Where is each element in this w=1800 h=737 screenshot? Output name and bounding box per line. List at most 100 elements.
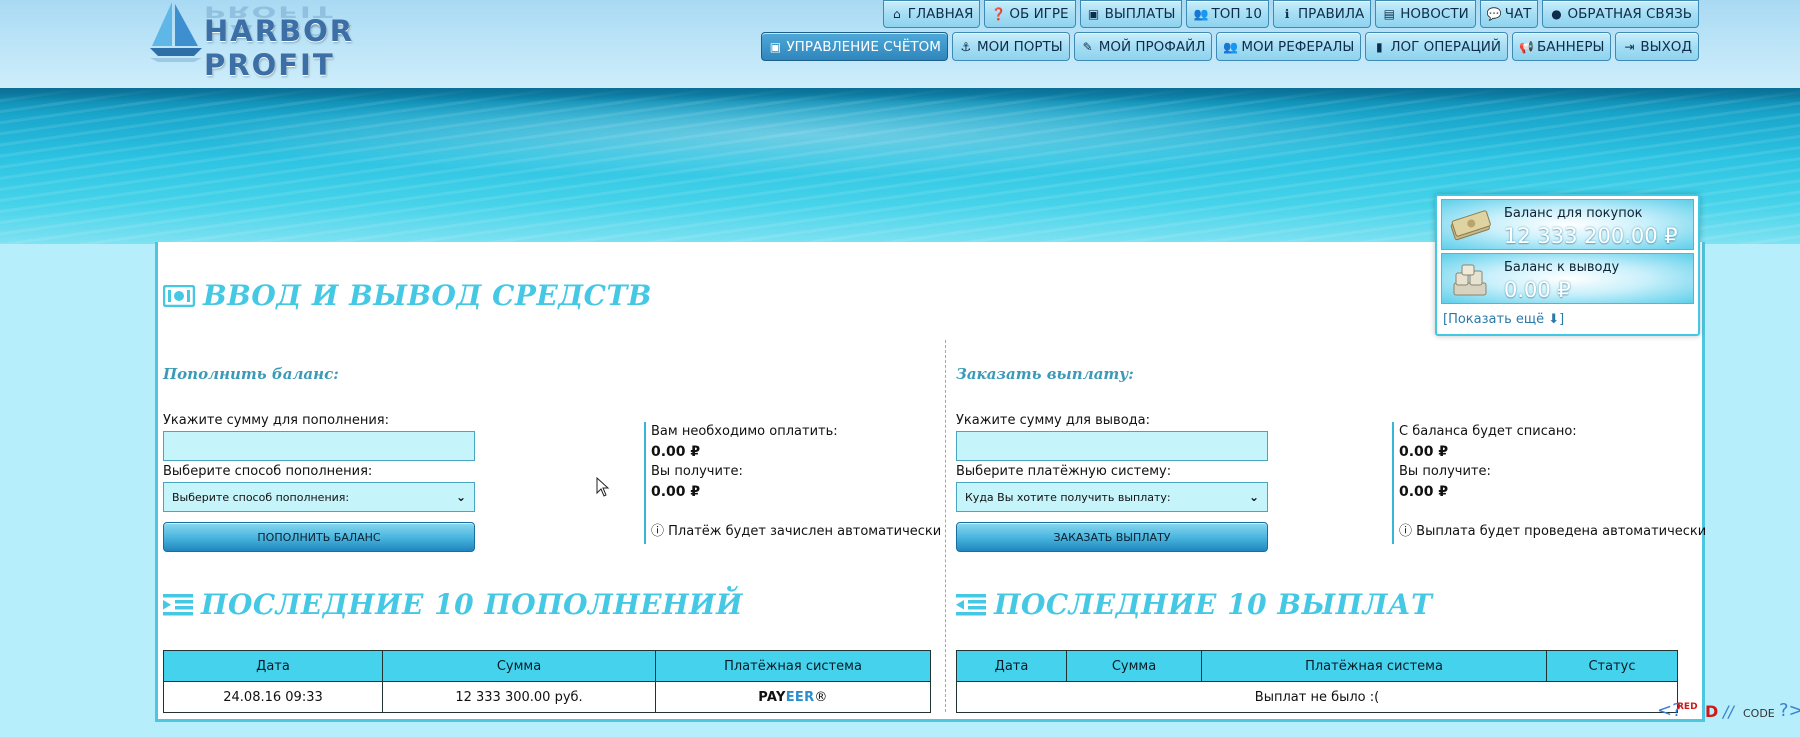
indent-icon xyxy=(163,593,193,615)
nav-chat[interactable]: 💬 ЧАТ xyxy=(1479,0,1539,28)
withdraw-receive-value: 0.00 ₽ xyxy=(1399,484,1449,500)
money-bill-icon xyxy=(163,284,195,307)
balance-purchase-value: 12 333 200.00 ₽ xyxy=(1504,224,1678,248)
balance-withdraw: Баланс к выводу 0.00 ₽ xyxy=(1441,253,1694,304)
deposit-submit-button[interactable]: ПОПОЛНИТЬ БАЛАНС xyxy=(163,522,475,552)
question-icon: ❓ xyxy=(991,7,1007,21)
withdraw-debit-value: 0.00 ₽ xyxy=(1399,444,1449,460)
deposit-date: 24.08.16 09:33 xyxy=(163,681,383,713)
chevron-down-icon: ⌄ xyxy=(455,490,466,504)
deposits-table: Дата Сумма Платёжная система 24.08.16 09… xyxy=(163,650,931,713)
sign-out-icon: ⇥ xyxy=(1624,39,1635,54)
show-more-link[interactable]: [Показать ещё ⬇] xyxy=(1443,312,1564,327)
site-logo[interactable]: HARBOR PROFIT HARBOR PROFIT xyxy=(146,0,436,82)
deposit-method-label: Выберите способ пополнения: xyxy=(163,464,373,479)
table-row: 24.08.16 09:33 12 333 300.00 руб. PAYEER… xyxy=(163,681,931,713)
svg-text:D: D xyxy=(1705,702,1718,721)
page-title: ВВОД И ВЫВОД СРЕДСТВ xyxy=(163,279,652,312)
file-icon: ▤ xyxy=(1383,7,1395,21)
money-icon: ▣ xyxy=(1087,7,1100,21)
nav-label: УПРАВЛЕНИЕ СЧЁТОМ xyxy=(786,38,941,55)
balance-purchase: Баланс для покупок 12 333 200.00 ₽ xyxy=(1441,199,1694,250)
nav-label: МОИ РЕФЕРАЛЫ xyxy=(1241,38,1355,55)
withdraw-system-select[interactable]: Куда Вы хотите получить выплату: ⌄ xyxy=(956,482,1268,512)
svg-text://: // xyxy=(1721,702,1735,721)
main-nav-top: ⌂ ГЛАВНАЯ ❓ ОБ ИГРЕ ▣ ВЫПЛАТЫ 👥 ТОП 10 ℹ… xyxy=(882,0,1699,28)
deposit-method-select[interactable]: Выберите способ пополнения: ⌄ xyxy=(163,482,475,512)
svg-text:?>: ?> xyxy=(1779,700,1800,721)
nav-label: ОБ ИГРЕ xyxy=(1009,6,1069,22)
withdraw-note: ⓘ Выплата будет проведена автоматически xyxy=(1399,522,1706,542)
info-circle-icon: ⓘ xyxy=(651,524,665,539)
last-withdrawals-title: ПОСЛЕДНИЕ 10 ВЫПЛАТ xyxy=(956,588,1433,621)
home-icon: ⌂ xyxy=(892,7,901,21)
anchor-icon: ⚓ xyxy=(960,39,972,54)
withdraw-summary: С баланса будет списано: 0.00 ₽ Вы получ… xyxy=(1392,422,1706,544)
balance-withdraw-label: Баланс к выводу xyxy=(1504,260,1620,275)
deposit-amount-label: Укажите сумму для пополнения: xyxy=(163,413,389,428)
nav-feedback[interactable]: ● ОБРАТНАЯ СВЯЗЬ xyxy=(1542,0,1699,28)
column-header: Сумма xyxy=(382,650,656,682)
nav-payouts[interactable]: ▣ ВЫПЛАТЫ xyxy=(1079,0,1183,28)
watermark-right: CODE xyxy=(1743,707,1775,720)
withdraw-amount-label: Укажите сумму для вывода: xyxy=(956,413,1151,428)
nav-logout[interactable]: ⇥ ВЫХОД xyxy=(1615,32,1699,61)
book-icon: ▮ xyxy=(1376,39,1383,54)
withdraw-submit-button[interactable]: ЗАКАЗАТЬ ВЫПЛАТУ xyxy=(956,522,1268,552)
nav-about[interactable]: ❓ ОБ ИГРЕ xyxy=(984,0,1076,28)
info-circle-icon: ⓘ xyxy=(1399,524,1413,539)
chevron-down-icon: ⌄ xyxy=(1248,490,1259,504)
column-header: Платёжная система xyxy=(1201,650,1547,682)
money-rolls-icon xyxy=(1453,264,1487,296)
nav-label: МОЙ ПРОФАЙЛ xyxy=(1098,38,1206,55)
nav-top10[interactable]: 👥 ТОП 10 xyxy=(1186,0,1269,28)
deposit-pay-value: 0.00 ₽ xyxy=(651,444,701,460)
column-header: Платёжная система xyxy=(655,650,931,682)
withdraw-receive-label: Вы получите: xyxy=(1399,464,1491,479)
nav-label: ОБРАТНАЯ СВЯЗЬ xyxy=(1567,6,1692,22)
column-header: Статус xyxy=(1546,650,1678,682)
chat-icon: 💬 xyxy=(1486,7,1502,21)
deposit-summary: Вам необходимо оплатить: 0.00 ₽ Вы получ… xyxy=(644,422,941,544)
nav-account-management[interactable]: ▣ УПРАВЛЕНИЕ СЧЁТОМ xyxy=(761,32,948,61)
users-icon: 👥 xyxy=(1193,7,1209,21)
column-header: Дата xyxy=(163,650,383,682)
nav-my-referrals[interactable]: 👥 МОИ РЕФЕРАЛЫ xyxy=(1216,32,1362,61)
nav-my-profile[interactable]: ✎ МОЙ ПРОФАЙЛ xyxy=(1073,32,1213,61)
nav-my-ports[interactable]: ⚓ МОИ ПОРТЫ xyxy=(951,32,1070,61)
deposit-receive-value: 0.00 ₽ xyxy=(651,484,701,500)
deposit-receive-label: Вы получите: xyxy=(651,464,743,479)
nav-operations-log[interactable]: ▮ ЛОГ ОПЕРАЦИЙ xyxy=(1365,32,1508,61)
nav-news[interactable]: ▤ НОВОСТИ xyxy=(1375,0,1476,28)
deposit-amount-input[interactable] xyxy=(163,431,475,461)
column-divider xyxy=(945,340,946,712)
nav-label: ТОП 10 xyxy=(1211,6,1262,22)
nav-label: БАННЕРЫ xyxy=(1537,38,1605,55)
logo-text-reflection: HARBOR PROFIT xyxy=(204,2,355,40)
withdraw-note-text: Выплата будет проведена автоматически xyxy=(1416,524,1707,539)
nav-label: ЧАТ xyxy=(1504,6,1532,22)
nav-banners[interactable]: 📢 БАННЕРЫ xyxy=(1512,32,1612,61)
nav-rules[interactable]: ℹ ПРАВИЛА xyxy=(1272,0,1372,28)
payeer-logo: PAYEER® xyxy=(758,689,828,705)
withdrawals-empty-message: Выплат не было :( xyxy=(956,681,1678,713)
nav-label: ЛОГ ОПЕРАЦИЙ xyxy=(1390,38,1501,55)
last-deposits-title: ПОСЛЕДНИЕ 10 ПОПОЛНЕНИЙ xyxy=(163,588,743,621)
nav-label: ВЫХОД xyxy=(1640,38,1692,55)
money-icon: ▣ xyxy=(769,39,782,54)
nav-label: НОВОСТИ xyxy=(1400,6,1469,22)
withdraw-amount-input[interactable] xyxy=(956,431,1268,461)
deposit-note: ⓘ Платёж будет зачислен автоматически xyxy=(651,522,941,542)
users-icon: 👥 xyxy=(1223,39,1239,54)
column-header: Дата xyxy=(956,650,1067,682)
mouse-cursor-icon xyxy=(596,477,610,497)
deposit-amount: 12 333 300.00 руб. xyxy=(382,681,656,713)
withdraw-system-label: Выберите платёжную систему: xyxy=(956,464,1172,479)
deposit-pay-label: Вам необходимо оплатить: xyxy=(651,424,838,439)
nav-label: ГЛАВНАЯ xyxy=(907,6,974,22)
nav-home[interactable]: ⌂ ГЛАВНАЯ xyxy=(882,0,981,28)
outdent-icon xyxy=(956,593,986,615)
bullhorn-icon: 📢 xyxy=(1519,39,1534,54)
arrow-circle-down-icon: ⬇ xyxy=(1548,312,1560,327)
edit-icon: ✎ xyxy=(1082,39,1093,54)
